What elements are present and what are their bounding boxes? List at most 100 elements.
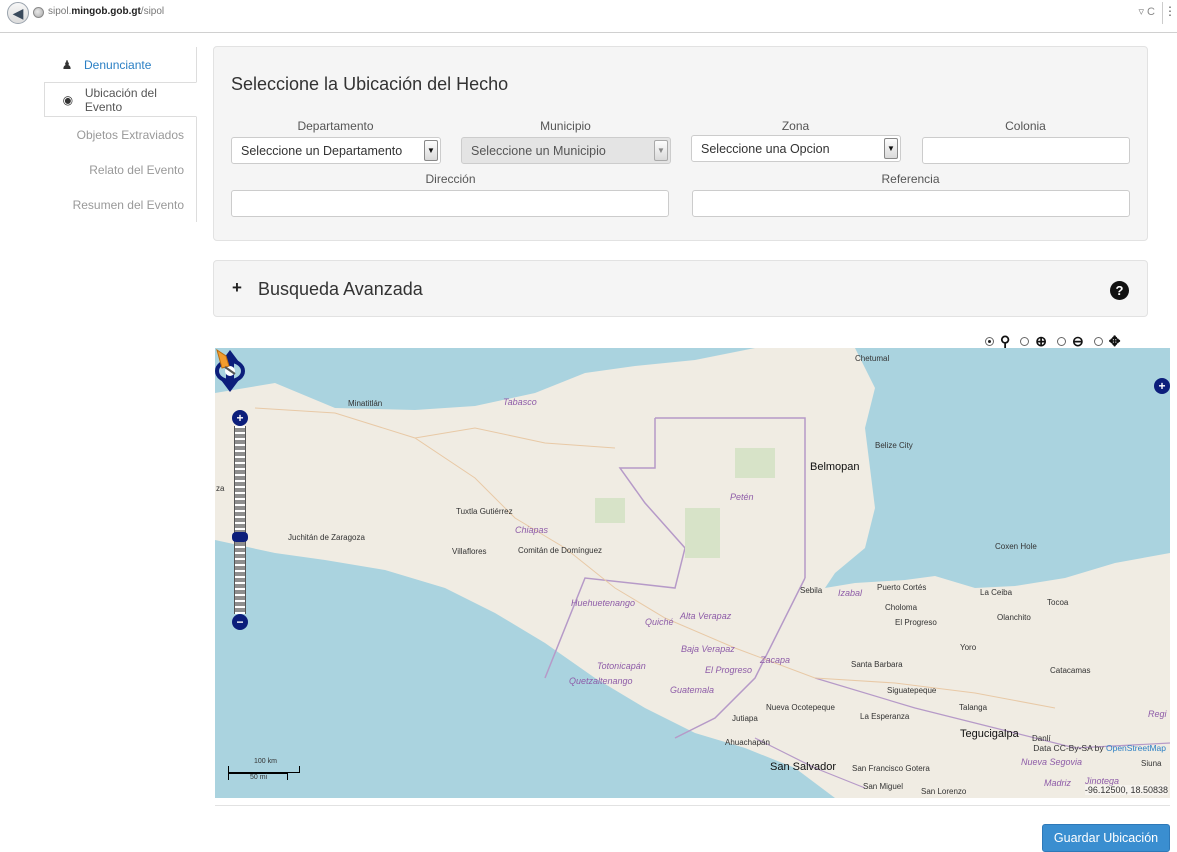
osm-link[interactable]: OpenStreetMap	[1106, 743, 1166, 753]
map-label: El Progreso	[895, 618, 937, 627]
layer-switcher-icon[interactable]: +	[1154, 378, 1170, 394]
map-label: Choloma	[885, 603, 918, 612]
departamento-label: Departamento	[297, 119, 374, 133]
nav-item-objetos: Objetos Extraviados	[44, 117, 196, 152]
back-arrow-icon[interactable]: ◀	[7, 2, 29, 24]
map-label: Villaflores	[452, 547, 487, 556]
divider	[215, 805, 1170, 806]
map-label: Comitán de Domínguez	[518, 546, 603, 555]
map-label: Nueva Segovia	[1021, 757, 1083, 767]
map-label: La Esperanza	[860, 712, 910, 721]
map-label: La Ceiba	[980, 588, 1013, 597]
map-label: Regi	[1148, 709, 1167, 719]
map-label: Tabasco	[503, 397, 537, 407]
map-label: Tegucigalpa	[960, 728, 1019, 740]
map-label: Izabal	[838, 588, 863, 598]
map-label: Baja Verapaz	[681, 644, 735, 654]
step-nav: ♟ Denunciante ◉ Ubicación del Evento Obj…	[44, 47, 197, 222]
map-label: San Francisco Gotera	[852, 764, 930, 773]
map-tool-selector: ⚲ ⊕ ⊖ ✥	[985, 333, 1130, 349]
map-label: Chetumal	[855, 354, 890, 363]
map-label: Danlí	[1032, 734, 1051, 743]
direccion-input[interactable]	[231, 190, 669, 217]
menu-icon[interactable]: ⋮	[1164, 4, 1176, 18]
map-scale: 100 km 50 mi	[228, 758, 308, 788]
nav-item-denunciante[interactable]: ♟ Denunciante	[44, 47, 196, 82]
nav-item-ubicacion[interactable]: ◉ Ubicación del Evento	[44, 82, 197, 117]
expand-plus-icon[interactable]: +	[232, 278, 242, 298]
map-label: Guatemala	[670, 685, 715, 695]
zoom-out-icon: ⊖	[1072, 332, 1084, 349]
map-label: Sebila	[800, 586, 823, 595]
municipio-label: Municipio	[540, 119, 591, 133]
direccion-label: Dirección	[425, 172, 476, 186]
browser-toolbar: ◀ sipol.mingob.gob.gt/sipol ▿ C ⋮	[0, 0, 1177, 33]
nav-label: Denunciante	[84, 57, 152, 72]
map-label: Madriz	[1044, 778, 1072, 788]
map-label: San Salvador	[770, 761, 837, 773]
globe-icon	[33, 7, 44, 18]
page-title: Seleccione la Ubicación del Hecho	[231, 74, 509, 94]
zoom-track[interactable]	[234, 426, 246, 614]
zona-select[interactable]: Seleccione una Opcion ▼	[691, 135, 901, 162]
advanced-search-title[interactable]: Busqueda Avanzada	[258, 279, 423, 300]
nav-label: Resumen del Evento	[72, 197, 184, 212]
nav-label: Ubicación del Evento	[84, 85, 157, 114]
zoom-in-button[interactable]: +	[232, 410, 248, 426]
nav-label: Objetos Extraviados	[76, 127, 184, 142]
map-label: za	[216, 484, 225, 493]
referencia-input[interactable]	[692, 190, 1130, 217]
zoom-out-tool-radio[interactable]	[1057, 336, 1066, 346]
advanced-search-panel[interactable]: + Busqueda Avanzada ?	[213, 260, 1148, 317]
push-pin-icon[interactable]	[215, 348, 237, 376]
nav-item-resumen: Resumen del Evento	[44, 187, 196, 222]
map-base	[215, 348, 1170, 798]
map-label: San Lorenzo	[921, 787, 967, 796]
map-label: Catacamas	[1050, 666, 1091, 675]
attribution-text: Data CC-By-SA by	[1033, 743, 1106, 753]
municipio-value: Seleccione un Municipio	[471, 144, 606, 158]
colonia-label: Colonia	[1005, 119, 1046, 133]
colonia-input[interactable]	[922, 137, 1130, 164]
map-label: Chiapas	[515, 525, 549, 535]
nav-label: Relato del Evento	[89, 162, 184, 177]
location-map[interactable]: Chetumal Minatitlán Tabasco Belize City …	[215, 348, 1170, 798]
map-label: Totonicapán	[597, 661, 646, 671]
map-label: Talanga	[959, 703, 988, 712]
reload-icon[interactable]: ▿ C	[1138, 5, 1155, 18]
pin-tool-radio[interactable]	[985, 336, 994, 346]
map-label: Jutiapa	[732, 714, 758, 723]
map-label: Ahuachapán	[725, 738, 770, 747]
map-label: Quetzaltenango	[569, 676, 633, 686]
url-bar[interactable]: sipol.mingob.gob.gt/sipol	[48, 6, 164, 17]
map-label: Juchitán de Zaragoza	[288, 533, 365, 542]
pan-tool-radio[interactable]	[1093, 336, 1103, 346]
map-label: Siuna	[1141, 759, 1162, 768]
user-icon: ♟	[61, 57, 73, 72]
zoom-in-tool-radio[interactable]	[1020, 336, 1030, 346]
nav-item-relato: Relato del Evento	[44, 152, 196, 187]
zoom-out-button[interactable]: −	[232, 614, 248, 630]
mouse-coordinates: -96.12500, 18.50838	[1084, 785, 1168, 795]
scale-mi: 50 mi	[250, 774, 268, 781]
help-icon[interactable]: ?	[1110, 281, 1129, 300]
map-marker-icon: ◉	[62, 92, 74, 107]
map-label: Belize City	[875, 441, 913, 450]
map-label: Yoro	[960, 643, 977, 652]
departamento-select[interactable]: Seleccione un Departamento ▼	[231, 137, 441, 164]
map-label: San Miguel	[863, 782, 904, 791]
map-label: Nueva Ocotepeque	[766, 703, 835, 712]
map-label: Tocoa	[1047, 598, 1069, 607]
zona-label: Zona	[781, 119, 810, 133]
map-attribution: Data CC-By-SA by OpenStreetMap	[1033, 743, 1166, 753]
map-label: Santa Barbara	[851, 660, 903, 669]
departamento-value: Seleccione un Departamento	[241, 144, 403, 158]
zoom-slider-handle[interactable]	[232, 532, 248, 542]
map-label: Siguatepeque	[887, 686, 937, 695]
municipio-select: Seleccione un Municipio ▼	[461, 137, 671, 164]
zoom-in-icon: ⊕	[1035, 332, 1047, 349]
chevron-down-icon: ▼	[884, 138, 898, 159]
zona-value: Seleccione una Opcion	[701, 142, 830, 156]
scale-bar-km	[228, 766, 300, 773]
map-label: El Progreso	[705, 665, 753, 675]
